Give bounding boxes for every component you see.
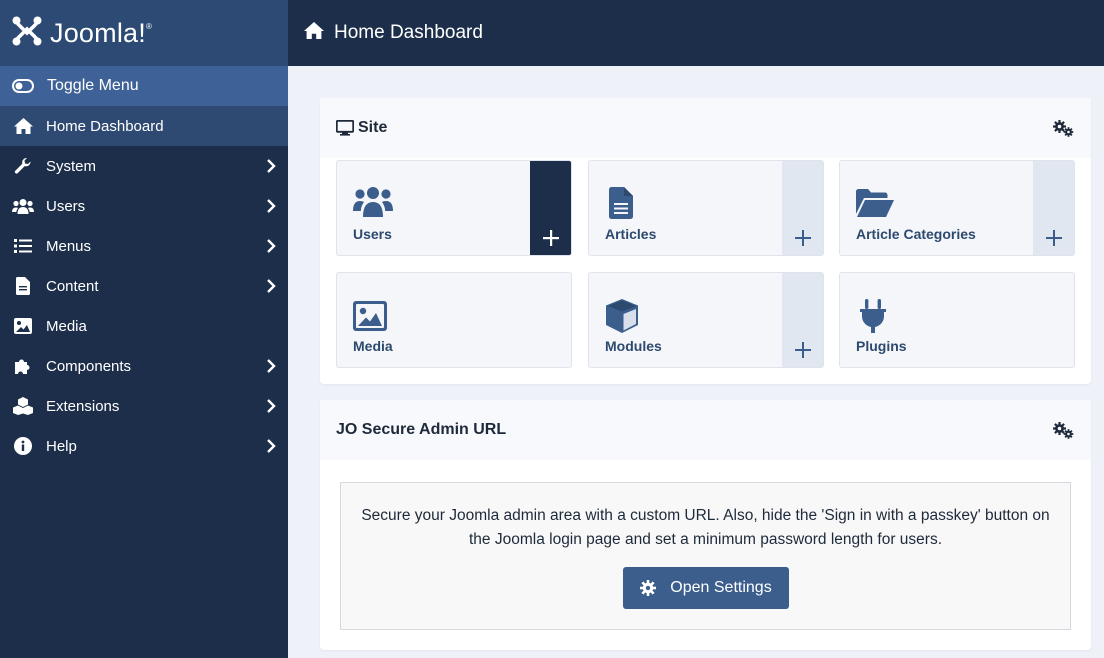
image-icon <box>12 315 34 337</box>
users-icon <box>12 195 34 217</box>
sidebar-item-media[interactable]: Media <box>0 306 288 346</box>
home-icon <box>12 115 34 137</box>
plus-icon <box>794 342 811 358</box>
tile-label: Media <box>353 338 393 354</box>
secure-admin-card-header: JO Secure Admin URL <box>320 400 1091 460</box>
secure-admin-card-title: JO Secure Admin URL <box>336 421 507 438</box>
tile-article-categories[interactable]: Article Categories <box>839 160 1075 256</box>
gear-icon <box>640 580 657 596</box>
tile-modules[interactable]: Modules <box>588 272 824 368</box>
sidebar-item-help[interactable]: Help <box>0 426 288 466</box>
secure-admin-card: JO Secure Admin URL Secure your Joomla a… <box>320 400 1091 650</box>
toggle-icon <box>12 75 34 97</box>
sidebar: Joomla!® Toggle Menu Home Dashboard Syst… <box>0 0 288 658</box>
page-title: Home Dashboard <box>334 22 483 43</box>
cube-icon <box>605 299 639 338</box>
sidebar-item-content[interactable]: Content <box>0 266 288 306</box>
chevron-right-icon <box>267 159 276 173</box>
tile-label: Modules <box>605 338 662 354</box>
folder-open-icon <box>856 189 894 222</box>
wrench-icon <box>12 155 34 177</box>
add-article-button[interactable] <box>782 161 823 255</box>
site-card-title: Site <box>358 119 388 136</box>
sidebar-item-label: Menus <box>46 237 92 255</box>
list-icon <box>12 235 34 257</box>
sidebar-item-label: System <box>46 157 97 175</box>
add-user-button[interactable] <box>530 161 571 255</box>
secure-admin-description: Secure your Joomla admin area with a cus… <box>361 507 1050 548</box>
chevron-right-icon <box>267 399 276 413</box>
site-card-header: Site <box>320 98 1091 158</box>
sidebar-item-home-dashboard[interactable]: Home Dashboard <box>0 106 288 146</box>
sidebar-item-label: Media <box>46 317 87 335</box>
toggle-menu-button[interactable]: Toggle Menu <box>0 66 288 106</box>
tile-articles[interactable]: Articles <box>588 160 824 256</box>
brand-logo[interactable]: Joomla!® <box>0 0 288 66</box>
plus-icon <box>794 230 811 246</box>
gears-icon[interactable] <box>1053 422 1074 444</box>
gears-icon[interactable] <box>1053 120 1074 142</box>
cubes-icon <box>12 395 34 417</box>
info-icon <box>12 435 34 457</box>
home-icon <box>303 21 325 45</box>
open-settings-button[interactable]: Open Settings <box>623 567 789 609</box>
puzzle-icon <box>12 355 34 377</box>
sidebar-item-label: Toggle Menu <box>47 77 139 94</box>
sidebar-item-label: Help <box>46 437 77 455</box>
plug-icon <box>860 299 886 338</box>
plus-icon <box>542 230 559 246</box>
sidebar-item-users[interactable]: Users <box>0 186 288 226</box>
sidebar-item-label: Home Dashboard <box>46 117 164 135</box>
chevron-right-icon <box>267 359 276 373</box>
sidebar-item-components[interactable]: Components <box>0 346 288 386</box>
secure-admin-info-box: Secure your Joomla admin area with a cus… <box>340 482 1071 630</box>
file-icon <box>609 187 633 224</box>
chevron-right-icon <box>267 439 276 453</box>
tile-label: Users <box>353 226 392 242</box>
page-header: Home Dashboard <box>288 0 1104 66</box>
image-icon <box>353 301 387 336</box>
tile-label: Plugins <box>856 338 907 354</box>
sidebar-item-label: Content <box>46 277 99 295</box>
tile-users[interactable]: Users <box>336 160 572 256</box>
chevron-right-icon <box>267 279 276 293</box>
sidebar-item-label: Extensions <box>46 397 120 415</box>
tile-label: Articles <box>605 226 657 242</box>
add-module-button[interactable] <box>782 273 823 367</box>
sidebar-item-menus[interactable]: Menus <box>0 226 288 266</box>
users-icon <box>353 185 393 224</box>
sidebar-item-system[interactable]: System <box>0 146 288 186</box>
site-card: Site Users Articles Article Categories M… <box>320 98 1091 384</box>
sidebar-item-label: Users <box>46 197 86 215</box>
brand-name: Joomla!® <box>50 17 153 48</box>
tile-label: Article Categories <box>856 226 976 242</box>
add-category-button[interactable] <box>1033 161 1074 255</box>
joomla-logo-icon <box>11 15 43 52</box>
sidebar-item-label: Components <box>46 357 132 375</box>
plus-icon <box>1045 230 1062 246</box>
sidebar-item-extensions[interactable]: Extensions <box>0 386 288 426</box>
desktop-icon <box>336 120 354 136</box>
chevron-right-icon <box>267 199 276 213</box>
file-icon <box>12 275 34 297</box>
tile-plugins[interactable]: Plugins <box>839 272 1075 368</box>
chevron-right-icon <box>267 239 276 253</box>
tile-media[interactable]: Media <box>336 272 572 368</box>
open-settings-label: Open Settings <box>670 579 772 596</box>
